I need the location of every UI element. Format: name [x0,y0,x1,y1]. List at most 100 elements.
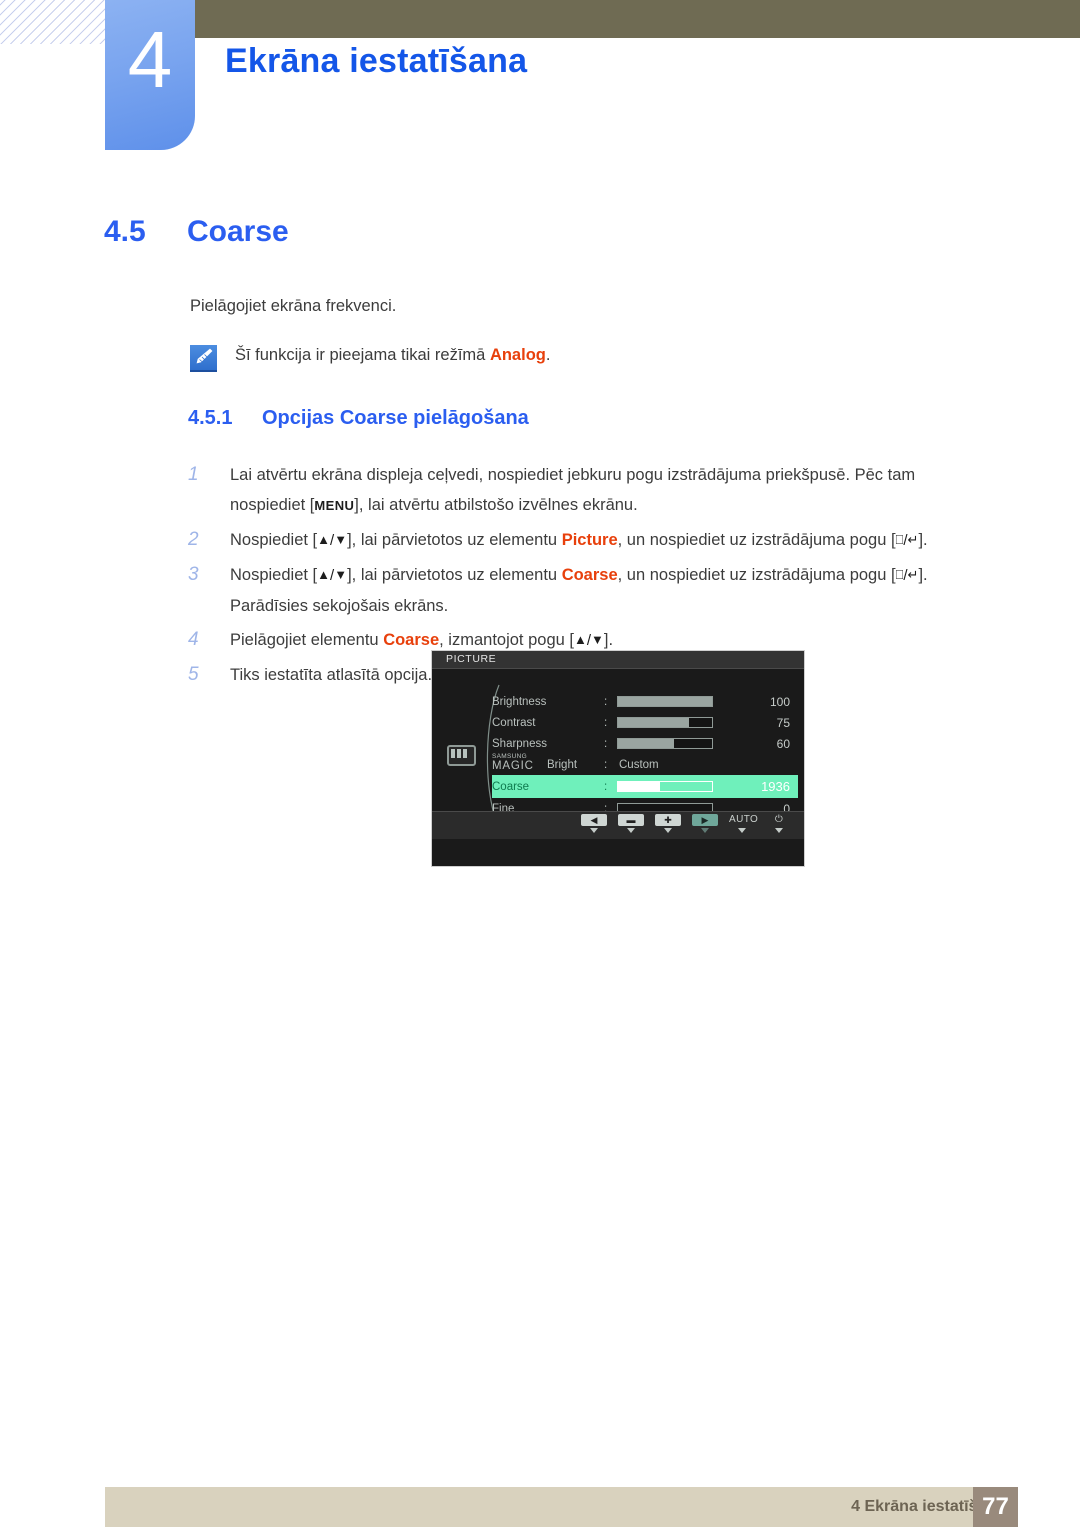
note-pencil-icon [190,345,217,372]
osd-slider[interactable] [617,781,713,792]
osd-menu-title: PICTURE [432,651,804,669]
osd-slider-fill [618,782,661,791]
step-text-run: ], lai atvērtu atbilstošo izvēlnes ekrān… [354,496,638,514]
osd-buttons: ◀ ▬ ✚ ▶ AUTO ⏻ [581,814,792,833]
osd-row-label: Brightness [492,695,547,708]
osd-minus-button[interactable]: ▬ [618,814,644,833]
button-glyph-icon: ↵ [907,567,919,582]
osd-row-colon: : [604,758,608,771]
step-number: 3 [188,564,199,585]
osd-value: 60 [776,736,790,751]
step-text-run: Nospiediet [ [230,531,318,549]
button-glyph-icon: ▲ [317,532,331,547]
osd-slider[interactable] [617,717,713,728]
inline-highlight: Picture [561,531,618,549]
step-text-run: ], lai pārvietotos uz elementu [347,566,562,584]
header-olive-bar [195,0,1080,38]
caret-down-icon [627,828,635,833]
button-glyph-icon: ▲ [317,567,331,582]
step-text-run: ]. [918,531,928,549]
step-text-run: Pielāgojiet elementu [230,631,384,649]
note-block: Šī funkcija ir pieejama tikai režīmā Ana… [190,343,550,372]
osd-row-magicbright[interactable]: SAMSUNG MAGIC Bright: Custom [492,753,798,775]
chapter-title: Ekrāna iestatīšana [225,42,528,80]
osd-slider[interactable] [617,738,713,749]
osd-row-coarse[interactable]: Coarse: 1936 [492,775,798,798]
osd-button-bar: ◀ ▬ ✚ ▶ AUTO ⏻ [432,811,804,839]
subsection-number: 4.5.1 [188,407,233,429]
picture-bars-icon [447,745,476,766]
step-text-run: ]. [603,631,614,649]
step-text-run: Nospiediet [ [230,566,318,584]
osd-slider-fill [618,697,712,706]
caret-down-icon [701,828,709,833]
step-number: 1 [188,464,199,485]
auto-button-glyph-icon: AUTO [729,814,759,825]
step-text: Nospiediet [▲/▼], lai pārvietotos uz ele… [230,560,978,621]
button-glyph-icon: ▼ [591,632,604,647]
osd-rows: Brightness: 100 Contrast: 75 Sharpness: 60 SAM… [492,691,798,819]
subsection-title: Opcijas Coarse pielāgošana [262,407,529,429]
step-text-run: , un nospiediet uz izstrādājuma pogu [ [617,566,896,584]
subsection-heading: 4.5.1 Opcijas Coarse pielāgošana [188,407,529,430]
osd-row-colon: : [604,716,608,729]
button-glyph-icon: ↵ [907,532,919,547]
step-number: 2 [188,529,199,550]
osd-row-label: SAMSUNG MAGIC Bright [492,753,604,775]
step-text: Nospiediet [▲/▼], lai pārvietotos uz ele… [230,525,978,556]
minus-button-glyph-icon: ▬ [618,814,644,826]
power-button-glyph-icon: ⏻ [774,814,784,825]
button-glyph-icon: ▼ [334,567,348,582]
osd-row-sharpness[interactable]: Sharpness: 60 [492,733,798,754]
step-text-run: , un nospiediet uz izstrādājuma pogu [ [617,531,896,549]
step-item: 1 Lai atvērtu ekrāna displeja ceļvedi, no… [188,460,978,521]
caret-down-icon [664,828,672,833]
step-item: 2 Nospiediet [▲/▼], lai pārvietotos uz el… [188,525,978,556]
osd-row-colon: : [604,695,608,708]
note-text-after: . [545,346,551,364]
step-text-run: Tiks iestatīta atlasītā opcija. [230,666,433,684]
osd-row-colon: : [604,780,608,793]
step-text-run: ], lai pārvietotos uz elementu [347,531,562,549]
caret-down-icon [590,828,598,833]
bright-word: Bright [547,759,578,771]
step-text-run: , izmantojot pogu [ [439,631,574,649]
osd-row-label: Coarse [492,780,530,793]
osd-value: 75 [776,715,790,730]
osd-prev-button[interactable]: ◀ [581,814,607,833]
samsung-superscript: SAMSUNG [492,753,527,760]
osd-slider[interactable] [617,696,713,707]
caret-down-icon [738,828,746,833]
magic-word: MAGIC [492,760,534,772]
button-glyph-icon: ▲ [573,632,587,647]
footer-page-number: 77 [973,1487,1018,1527]
osd-plus-button[interactable]: ✚ [655,814,681,833]
plus-button-glyph-icon: ✚ [655,814,681,826]
button-glyph-icon: ▼ [334,532,348,547]
caret-down-icon [775,828,783,833]
menu-key-label: MENU [314,498,355,513]
osd-value: 1936 [761,779,790,794]
inline-highlight: Coarse [383,631,440,649]
osd-power-button[interactable]: ⏻ [766,814,792,833]
chapter-number-badge: 4 [105,0,195,150]
osd-row-colon: : [604,737,608,750]
osd-row-brightness[interactable]: Brightness: 100 [492,691,798,712]
intro-paragraph: Pielāgojiet ekrāna frekvenci. [190,297,397,315]
note-text-before: Šī funkcija ir pieejama tikai režīmā [235,346,490,364]
step-number: 5 [188,664,199,685]
osd-row-label: Sharpness [492,737,547,750]
osd-slider-fill [618,718,689,727]
inline-highlight: Coarse [561,566,618,584]
osd-value: 100 [769,694,790,709]
osd-row-label: Contrast [492,716,536,729]
osd-row-contrast[interactable]: Contrast: 75 [492,712,798,733]
section-heading: 4.5 Coarse [104,215,289,249]
prev-button-glyph-icon: ◀ [581,814,607,826]
osd-auto-button[interactable]: AUTO [729,814,759,833]
step-item: 3 Nospiediet [▲/▼], lai pārvietotos uz el… [188,560,978,621]
section-number: 4.5 [104,215,146,248]
osd-body: Brightness: 100 Contrast: 75 Sharpness: 60 SAM… [432,669,804,839]
osd-next-button[interactable]: ▶ [692,814,718,833]
section-title: Coarse [187,215,289,248]
